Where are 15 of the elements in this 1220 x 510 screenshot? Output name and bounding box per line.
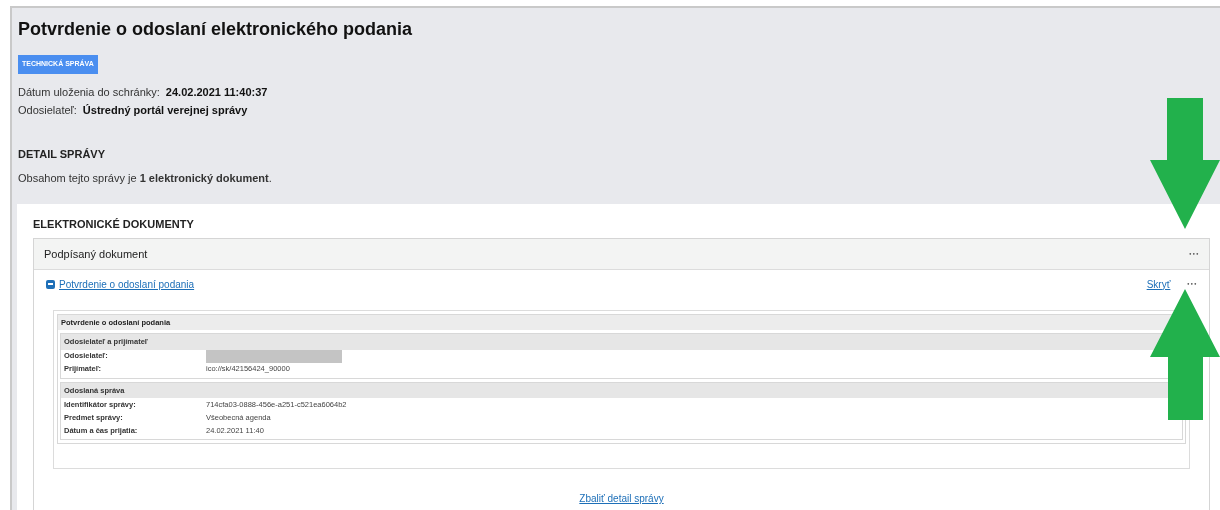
meta-value: 24.02.2021 11:40:37 (165, 84, 268, 100)
arrow-icon (1150, 98, 1220, 229)
arrow-icon (1150, 289, 1220, 420)
collapse-icon[interactable] (46, 279, 55, 289)
meta-label: Odosielateľ: (18, 103, 77, 118)
document-link[interactable]: Potvrdenie o odoslaní podania (59, 276, 195, 292)
collapse-link[interactable]: Zbaliť detail správy (579, 491, 664, 506)
meta-label: Dátum uloženia do schránky: (18, 84, 160, 100)
group-title: Podpísaný dokument (44, 246, 148, 262)
section-heading: DETAIL SPRÁVY (18, 146, 106, 162)
section-heading: ELEKTRONICKÉ DOKUMENTY (33, 216, 195, 232)
meta-value: Ústredný portál verejnej správy (82, 103, 248, 118)
detail-text: Obsahom tejto správy je 1 elektronický dokument. (18, 171, 273, 186)
page-title: Potvrdenie o odoslaní elektronického podania (18, 18, 414, 41)
hide-link[interactable]: Skryť (1146, 276, 1171, 292)
